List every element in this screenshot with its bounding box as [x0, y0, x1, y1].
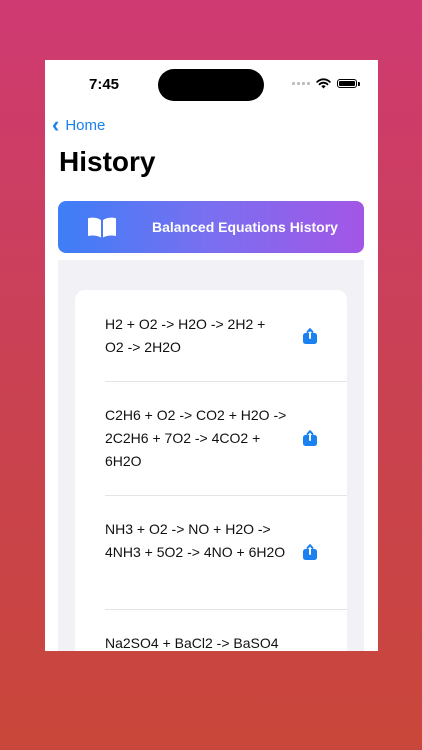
status-bar: 7:45: [45, 60, 378, 110]
cellular-signal-icon: [292, 82, 310, 85]
status-icons: [292, 78, 360, 89]
phone-screen: 7:45 ‹ Home History Balanced Equations H…: [45, 60, 378, 651]
banner-label: Balanced Equations History: [152, 219, 338, 235]
history-row: NH3 + O2 -> NO + H2O -> 4NH3 + 5O2 -> 4N…: [105, 496, 347, 610]
back-button-label: Home: [65, 116, 106, 134]
battery-icon: [337, 79, 357, 88]
history-card: H2 + O2 -> H2O -> 2H2 + O2 -> 2H2O C2H6 …: [75, 290, 347, 651]
equation-text: Na2SO4 + BaCl2 -> BaSO4: [105, 635, 279, 651]
book-open-icon: [88, 217, 116, 238]
share-icon[interactable]: [303, 430, 317, 446]
share-icon[interactable]: [303, 544, 317, 560]
history-list-area: H2 + O2 -> H2O -> 2H2 + O2 -> 2H2O C2H6 …: [58, 260, 364, 651]
history-row: H2 + O2 -> H2O -> 2H2 + O2 -> 2H2O: [105, 290, 347, 382]
chevron-left-icon: ‹: [52, 112, 60, 137]
history-banner: Balanced Equations History: [58, 201, 364, 253]
battery-cap: [358, 81, 360, 86]
equation-text: H2 + O2 -> H2O -> 2H2 + O2 -> 2H2O: [105, 316, 266, 355]
wifi-icon: [316, 78, 331, 89]
dynamic-island: [158, 69, 264, 101]
history-row: Na2SO4 + BaCl2 -> BaSO4: [105, 610, 347, 651]
equation-text: C2H6 + O2 -> CO2 + H2O -> 2C2H6 + 7O2 ->…: [105, 407, 287, 469]
history-row: C2H6 + O2 -> CO2 + H2O -> 2C2H6 + 7O2 ->…: [105, 382, 347, 496]
page-title: History: [59, 146, 156, 177]
share-icon[interactable]: [303, 328, 317, 344]
back-button[interactable]: ‹ Home: [52, 112, 106, 137]
status-time: 7:45: [89, 76, 120, 93]
equation-text: NH3 + O2 -> NO + H2O -> 4NH3 + 5O2 -> 4N…: [105, 521, 286, 560]
